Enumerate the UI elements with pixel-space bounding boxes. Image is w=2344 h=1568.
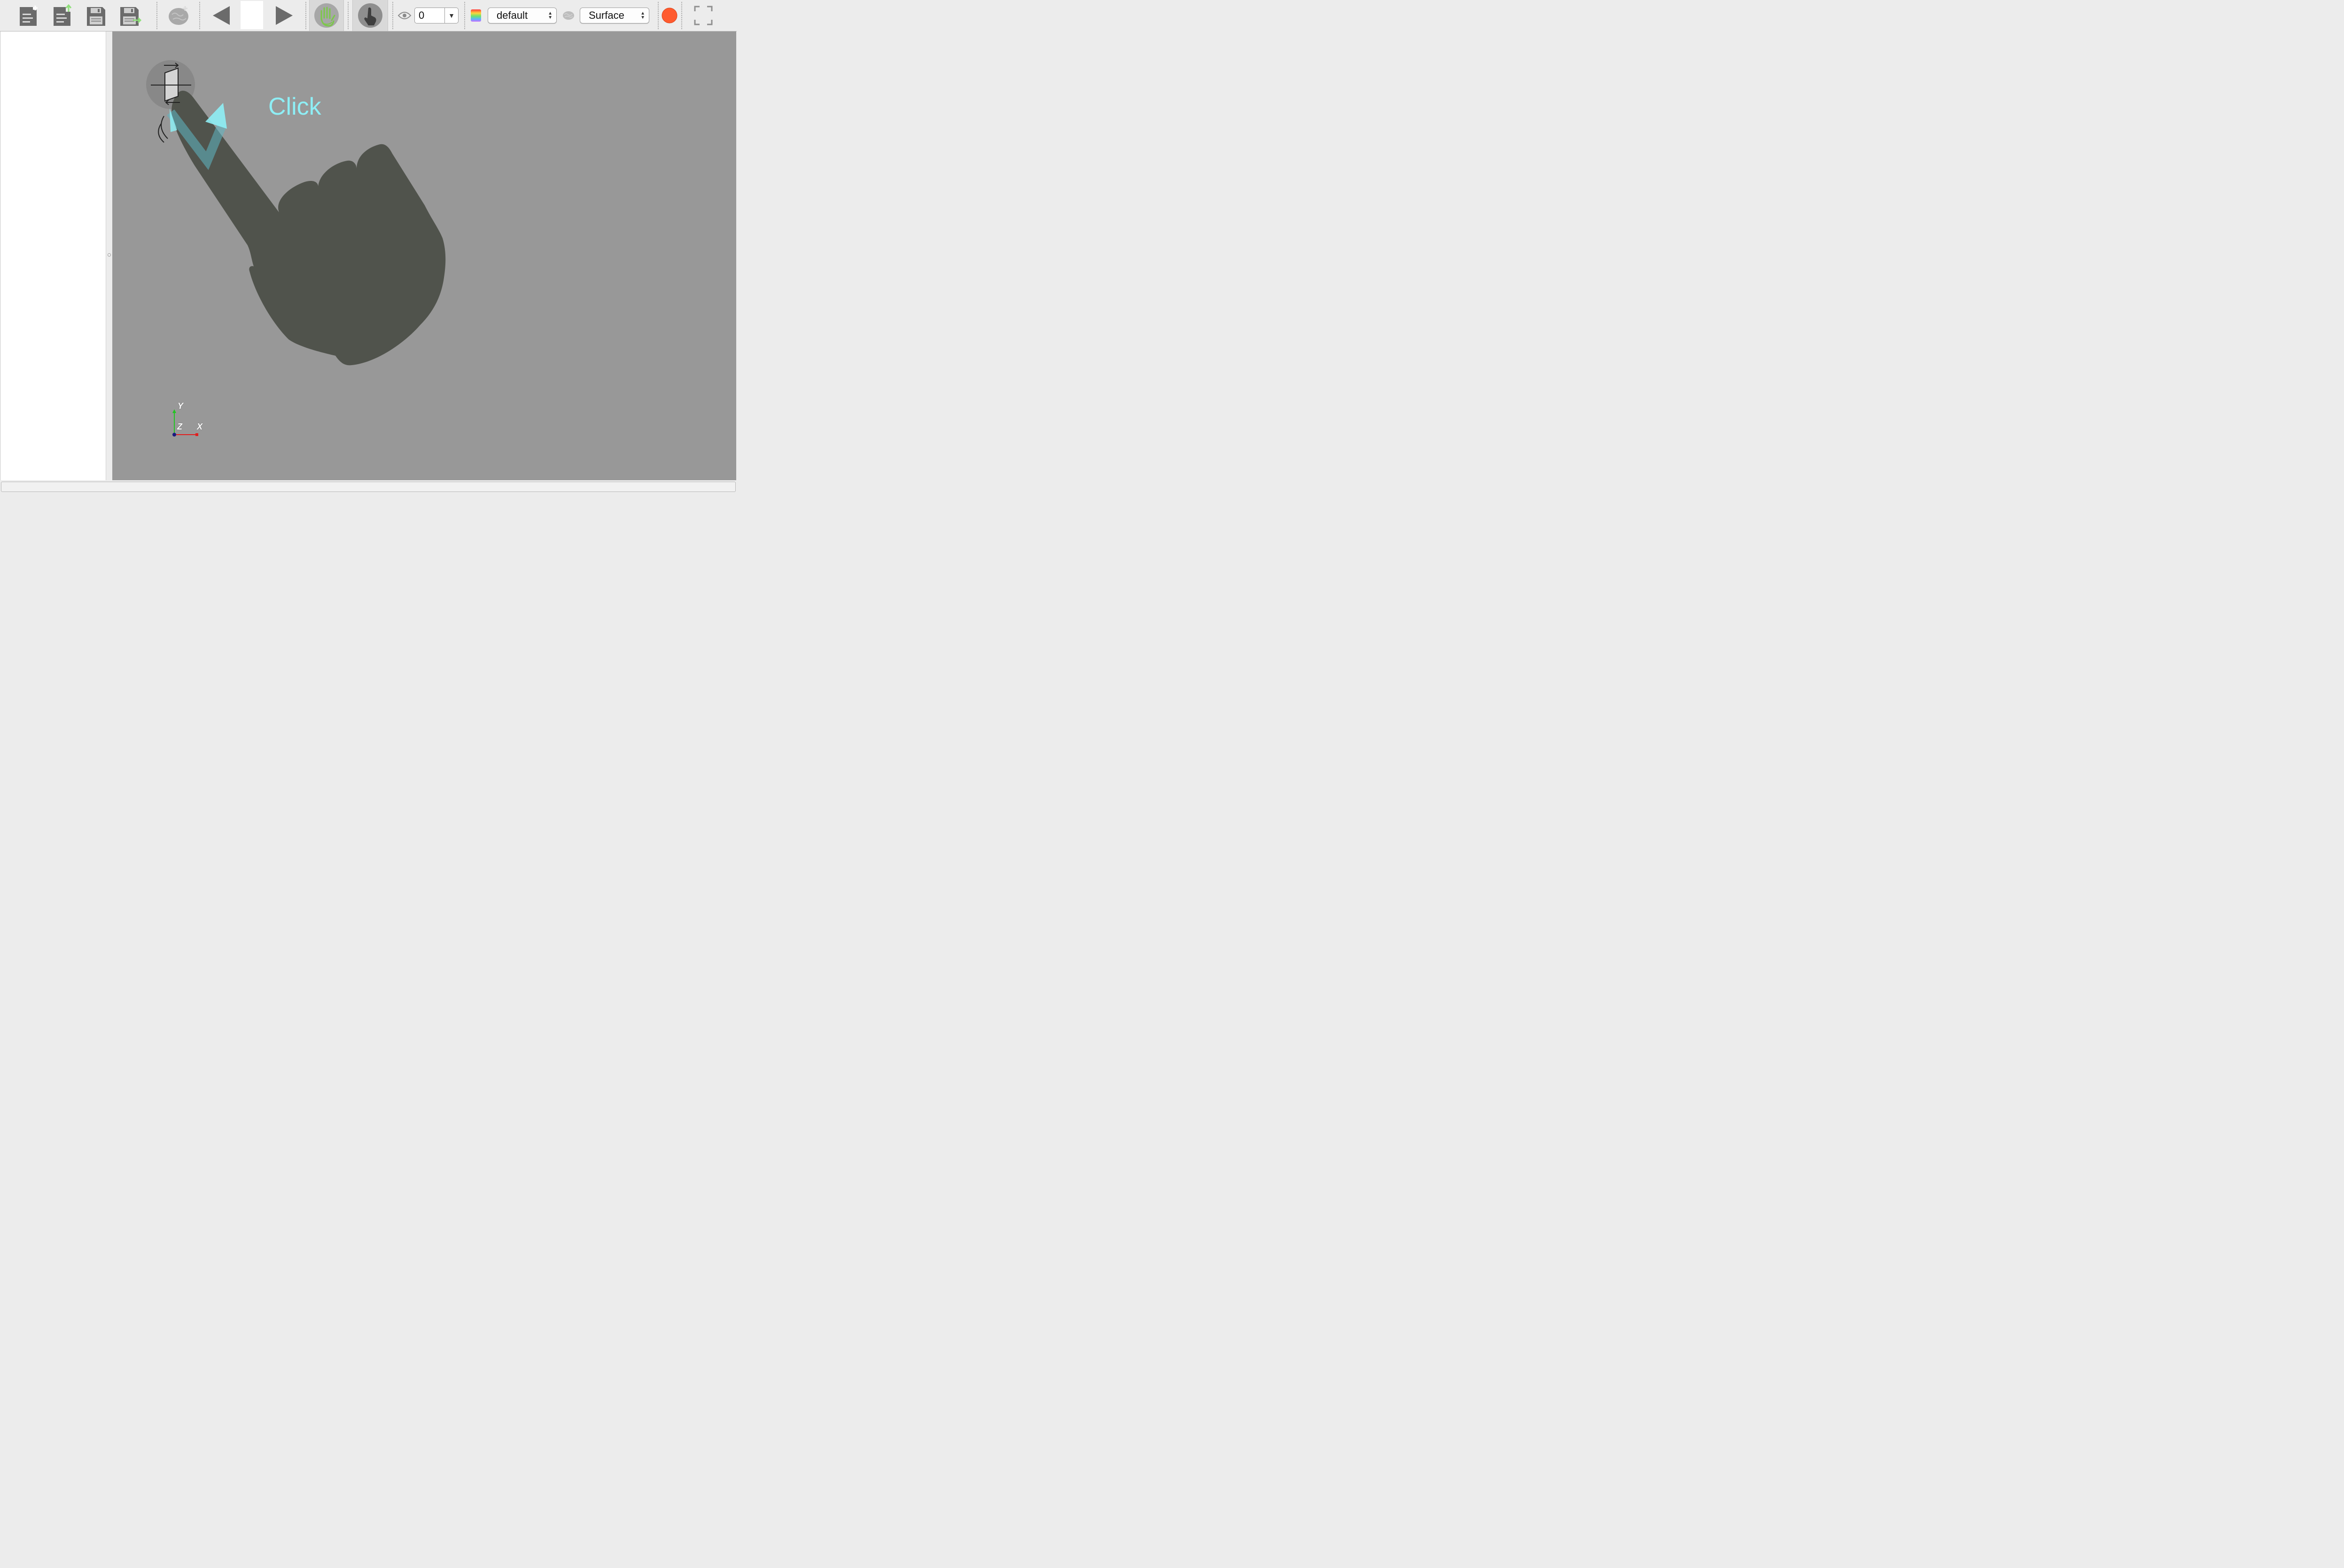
hand-shape — [171, 90, 446, 366]
triangle-right-icon — [276, 6, 293, 25]
chevron-down-icon[interactable]: ▼ — [444, 8, 458, 23]
floppy-save-icon — [87, 7, 105, 26]
visibility-value-field[interactable]: 0 ▼ — [414, 8, 459, 23]
frame-display — [241, 1, 263, 29]
fullscreen-button[interactable] — [691, 0, 716, 31]
y-axis-label: Y — [178, 401, 184, 411]
save-button[interactable] — [84, 0, 108, 31]
record-button[interactable] — [660, 0, 679, 31]
open-document-button[interactable] — [50, 0, 74, 31]
tap-gesture-icon — [146, 60, 446, 437]
toolbar-separator — [658, 2, 659, 29]
visibility-toggle[interactable] — [397, 0, 413, 31]
previous-button[interactable] — [209, 0, 234, 31]
status-field — [1, 482, 736, 492]
brain-icon — [563, 11, 574, 20]
eye-icon — [397, 12, 412, 19]
visibility-value[interactable]: 0 — [415, 9, 444, 22]
motion-line — [161, 116, 168, 139]
x-axis-label: X — [197, 422, 203, 431]
add-brain-button[interactable] — [165, 0, 193, 31]
gesture-hint-text: Click — [268, 93, 321, 120]
status-bar — [0, 480, 737, 493]
render-viewport[interactable]: Click Y Z X — [112, 31, 736, 480]
y-axis-arrow — [172, 409, 176, 413]
next-button[interactable] — [272, 0, 297, 31]
surface-select[interactable]: Surface ▲ ▼ — [580, 8, 649, 23]
toolbar-separator — [156, 2, 157, 29]
splitter-handle[interactable] — [108, 253, 111, 257]
floppy-save-as-icon — [120, 7, 141, 26]
record-circle-icon — [662, 8, 678, 23]
pan-mode-button[interactable] — [309, 0, 344, 31]
document-upload-icon — [54, 4, 72, 26]
toolbar-separator — [392, 2, 393, 29]
z-axis-origin — [172, 433, 176, 437]
toolbar-separator — [348, 2, 349, 29]
fullscreen-corners-icon — [694, 6, 713, 25]
toolbar: 0 ▼ default ▲ ▼ Surface ▲ ▼ — [0, 0, 737, 31]
colormap-swatch[interactable] — [469, 0, 483, 31]
pointer-mode-button[interactable] — [352, 0, 388, 31]
toolbar-separator — [199, 2, 200, 29]
toolbar-separator — [305, 2, 306, 29]
select-arrows-icon: ▲ ▼ — [640, 11, 645, 20]
surface-select-value: Surface — [589, 9, 624, 21]
surface-brain-button[interactable] — [561, 0, 576, 31]
z-axis-label: Z — [177, 422, 182, 431]
colormap-select[interactable]: default ▲ ▼ — [488, 8, 557, 23]
colormap-select-value: default — [497, 9, 528, 21]
toolbar-separator — [464, 2, 465, 29]
save-as-button[interactable] — [117, 0, 143, 31]
panel-splitter[interactable] — [106, 31, 112, 480]
document-add-icon — [20, 5, 38, 26]
pointing-hand-icon — [358, 3, 382, 28]
x-axis-arrow — [195, 433, 198, 436]
toolbar-separator — [681, 2, 682, 29]
colormap-gradient-icon — [471, 9, 481, 22]
hand-icon — [314, 3, 339, 28]
side-panel — [0, 31, 106, 480]
triangle-left-icon — [213, 6, 230, 25]
new-document-button[interactable] — [16, 0, 40, 31]
select-arrows-icon: ▲ ▼ — [548, 11, 553, 20]
brain-add-icon — [169, 6, 188, 25]
